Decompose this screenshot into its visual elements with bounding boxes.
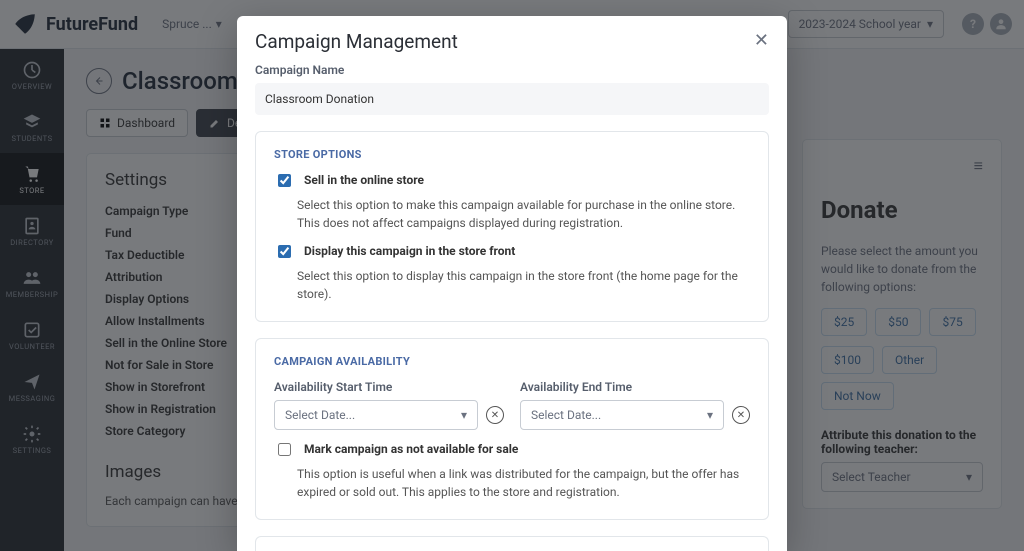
sell-online-checkbox[interactable] [278, 174, 291, 187]
start-date-select[interactable]: Select Date...▾ [274, 400, 478, 430]
display-storefront-checkbox[interactable] [278, 245, 291, 258]
campaign-name-label: Campaign Name [255, 63, 769, 77]
end-date-select[interactable]: Select Date...▾ [520, 400, 724, 430]
not-available-label: Mark campaign as not available for sale [304, 442, 518, 456]
display-storefront-desc: Select this option to display this campa… [297, 267, 750, 303]
campaign-name-field[interactable]: Classroom Donation [255, 83, 769, 115]
store-options-title: STORE OPTIONS [274, 148, 750, 161]
advanced-options-section: ADVANCED OPTIONS This donation is tax de… [255, 536, 769, 551]
chevron-down-icon: ▾ [461, 408, 467, 422]
availability-title: CAMPAIGN AVAILABILITY [274, 355, 750, 368]
not-available-checkbox[interactable] [278, 443, 291, 456]
end-time-label: Availability End Time [520, 380, 750, 394]
modal-title: Campaign Management [255, 30, 458, 53]
not-available-desc: This option is useful when a link was di… [297, 465, 750, 501]
sell-online-desc: Select this option to make this campaign… [297, 196, 750, 232]
clear-end-date[interactable]: ✕ [732, 406, 750, 424]
clear-start-date[interactable]: ✕ [486, 406, 504, 424]
start-time-label: Availability Start Time [274, 380, 504, 394]
campaign-modal: Campaign Management ✕ Campaign Name Clas… [237, 16, 787, 551]
sell-online-label: Sell in the online store [304, 173, 424, 187]
close-icon[interactable]: ✕ [754, 30, 769, 51]
store-options-section: STORE OPTIONS Sell in the online store S… [255, 131, 769, 322]
display-storefront-label: Display this campaign in the store front [304, 244, 515, 258]
chevron-down-icon: ▾ [707, 408, 713, 422]
availability-section: CAMPAIGN AVAILABILITY Availability Start… [255, 338, 769, 520]
